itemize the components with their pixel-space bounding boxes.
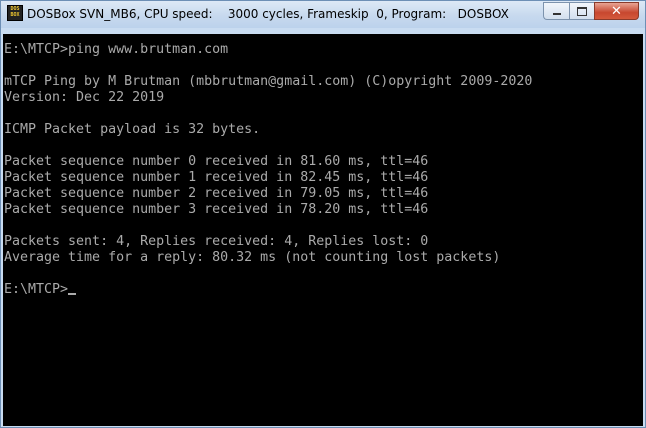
terminal-line: Packets sent: 4, Replies received: 4, Re…	[4, 234, 429, 249]
terminal-line: ICMP Packet payload is 32 bytes.	[4, 122, 261, 137]
terminal-line: Version: Dec 22 2019	[4, 90, 165, 105]
terminal-line: mTCP Ping by M Brutman (mbbrutman@gmail.…	[4, 74, 533, 89]
terminal-line: Packet sequence number 1 received in 82.…	[4, 170, 429, 185]
close-button[interactable]: ✕	[594, 2, 639, 20]
terminal-line: Packet sequence number 0 received in 81.…	[4, 154, 429, 169]
window-title: DOSBox SVN_MB6, CPU speed: 3000 cycles, …	[27, 7, 509, 21]
command-prompt: E:\MTCP>	[4, 282, 69, 297]
dosbox-icon[interactable]: DOS BOX	[7, 5, 23, 21]
caption-buttons: ✕	[543, 2, 639, 21]
terminal-line: Packet sequence number 3 received in 78.…	[4, 202, 429, 217]
terminal-line: E:\MTCP>ping www.brutman.com	[4, 42, 229, 57]
maximize-button[interactable]	[569, 2, 594, 20]
text-cursor	[68, 293, 77, 295]
minimize-icon	[552, 13, 561, 15]
dosbox-window: DOS BOX DOSBox SVN_MB6, CPU speed: 3000 …	[0, 0, 646, 428]
maximize-icon	[577, 6, 587, 16]
terminal-line: Average time for a reply: 80.32 ms (not …	[4, 250, 501, 265]
title-bar[interactable]: DOS BOX DOSBox SVN_MB6, CPU speed: 3000 …	[1, 1, 645, 28]
terminal-line: Packet sequence number 2 received in 79.…	[4, 186, 429, 201]
command-prompt-line[interactable]: E:\MTCP>	[4, 282, 77, 298]
icon-text-bottom: BOX	[10, 12, 20, 18]
close-icon: ✕	[611, 3, 622, 19]
minimize-button[interactable]	[543, 2, 569, 20]
dos-terminal[interactable]: E:\MTCP>ping www.brutman.com mTCP Ping b…	[3, 34, 643, 426]
